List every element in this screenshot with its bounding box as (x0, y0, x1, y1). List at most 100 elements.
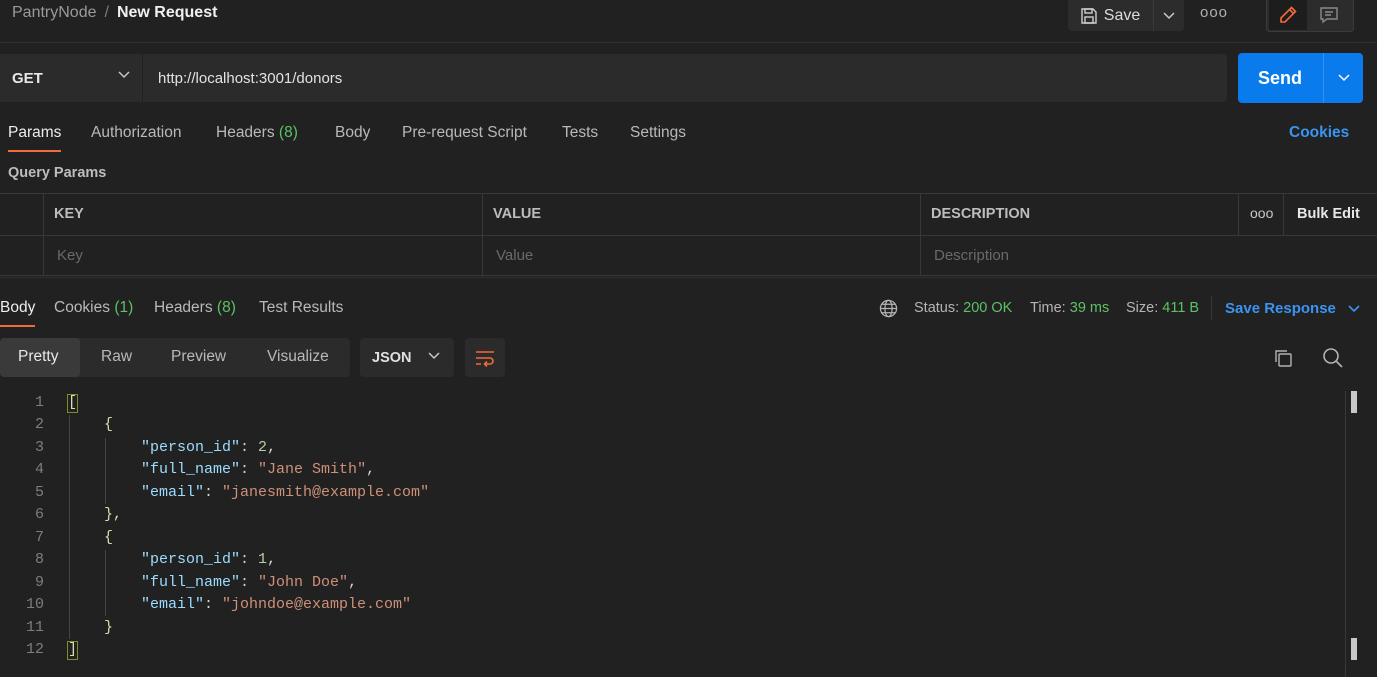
json-key: "full_name" (141, 461, 241, 478)
json-value: 2 (258, 439, 268, 456)
comment-icon (1320, 7, 1338, 24)
response-tab-test-results[interactable]: Test Results (259, 299, 343, 317)
param-key-input[interactable] (55, 246, 479, 265)
scrollbar-thumb[interactable] (1351, 638, 1357, 660)
method-select[interactable]: GET (0, 54, 142, 102)
bulk-edit-button[interactable]: Bulk Edit (1297, 206, 1360, 222)
indent-guide (69, 415, 70, 639)
url-field (143, 54, 1227, 102)
param-value-cell (494, 246, 918, 265)
more-icon[interactable]: ooo (1250, 205, 1273, 221)
tab-body[interactable]: Body (335, 124, 370, 142)
tab-authorization[interactable]: Authorization (91, 124, 181, 142)
view-raw[interactable]: Raw (101, 348, 132, 366)
line-number: 8 (34, 551, 44, 568)
param-value-input[interactable] (494, 246, 918, 265)
globe-icon[interactable] (879, 299, 898, 318)
table-col-divider (1238, 193, 1239, 235)
pencil-icon (1280, 6, 1297, 23)
size-readout: Size: 411 B (1126, 300, 1199, 316)
tab-settings[interactable]: Settings (630, 124, 686, 142)
status-label: Status: (914, 300, 960, 316)
code-line: "full_name": "John Doe", (141, 574, 358, 591)
code-line: "email": "janesmith@example.com" (141, 484, 430, 501)
code-line: "person_id": 2, (141, 439, 277, 456)
query-params-title: Query Params (8, 165, 107, 181)
tab-pre-request-script[interactable]: Pre-request Script (402, 124, 527, 142)
column-header-key: KEY (54, 206, 84, 222)
json-value: "janesmith@example.com" (222, 484, 430, 501)
code-line: ] (68, 641, 78, 658)
breadcrumb-workspace[interactable]: PantryNode (12, 4, 97, 21)
status-divider (1211, 296, 1212, 320)
param-description-cell (932, 246, 1236, 265)
param-key-cell (55, 246, 479, 265)
code-line: [ (68, 394, 78, 411)
chevron-down-icon (1337, 74, 1350, 82)
scrollbar-thumb[interactable] (1351, 391, 1357, 413)
response-tab-cookies[interactable]: Cookies (1) (54, 299, 133, 317)
send-options-button[interactable] (1324, 53, 1363, 103)
save-response-button[interactable]: Save Response (1225, 300, 1360, 317)
cookies-link[interactable]: Cookies (1289, 124, 1349, 142)
save-label: Save (1103, 6, 1141, 24)
code-line: "person_id": 1, (141, 551, 277, 568)
line-number: 9 (34, 574, 44, 591)
save-response-label: Save Response (1225, 300, 1336, 317)
url-input[interactable] (156, 68, 1160, 88)
table-border-bottom (0, 275, 1377, 276)
tab-params[interactable]: Params (8, 124, 61, 142)
response-tab-headers[interactable]: Headers (8) (154, 299, 236, 317)
send-button[interactable]: Send (1238, 53, 1322, 103)
line-number: 2 (34, 416, 44, 433)
json-value: "Jane Smith" (258, 461, 367, 478)
line-number: 5 (34, 484, 44, 501)
wrap-lines-icon (476, 350, 494, 367)
time-value: 39 ms (1069, 300, 1110, 316)
code-line: }, (104, 506, 123, 523)
line-number: 3 (34, 439, 44, 456)
table-border-mid (0, 235, 1377, 236)
json-key: "person_id" (141, 551, 241, 568)
response-tab-headers-label: Headers (154, 299, 213, 316)
code-line: } (104, 619, 114, 636)
more-icon[interactable]: ooo (1198, 4, 1230, 24)
code-scroll-track (1345, 391, 1346, 677)
json-key: "email" (141, 596, 205, 613)
time-label: Time: (1030, 300, 1066, 316)
code-line: "full_name": "Jane Smith", (141, 461, 376, 478)
chevron-down-icon (428, 352, 440, 360)
save-button[interactable]: Save (1068, 0, 1152, 31)
response-divider (0, 277, 1377, 278)
format-label: JSON (372, 349, 412, 366)
code-line: { (104, 416, 114, 433)
line-number: 11 (25, 619, 44, 636)
tab-tests[interactable]: Tests (562, 124, 598, 142)
chevron-down-icon (1348, 304, 1360, 312)
copy-icon[interactable] (1272, 347, 1294, 369)
breadcrumb: PantryNode / New Request (12, 4, 217, 22)
view-preview[interactable]: Preview (171, 348, 226, 366)
time-readout: Time: 39 ms (1030, 300, 1109, 316)
response-tab-body[interactable]: Body (0, 299, 35, 317)
view-visualize[interactable]: Visualize (267, 348, 329, 366)
edit-mode-button[interactable] (1269, 0, 1307, 30)
json-value: 1 (258, 551, 268, 568)
table-border-top (0, 193, 1377, 194)
wrap-lines-button[interactable] (465, 338, 505, 377)
view-pretty[interactable]: Pretty (18, 348, 58, 366)
status-readout: Status: 200 OK (914, 300, 1012, 316)
breadcrumb-current[interactable]: New Request (117, 4, 217, 21)
comment-mode-button[interactable] (1310, 0, 1348, 30)
breadcrumb-separator: / (104, 4, 109, 21)
response-body-code[interactable]: 1 2 3 4 5 6 7 8 9 10 11 12 [ { "person_i… (0, 391, 1345, 677)
save-options-button[interactable] (1154, 0, 1184, 31)
search-icon[interactable] (1321, 346, 1345, 370)
param-description-input[interactable] (932, 246, 1236, 265)
code-line: "email": "johndoe@example.com" (141, 596, 412, 613)
column-header-description: DESCRIPTION (931, 206, 1031, 222)
tab-headers[interactable]: Headers (8) (216, 124, 298, 142)
column-header-value: VALUE (493, 206, 542, 222)
format-select[interactable]: JSON (360, 338, 454, 377)
status-value: 200 OK (963, 300, 1013, 316)
